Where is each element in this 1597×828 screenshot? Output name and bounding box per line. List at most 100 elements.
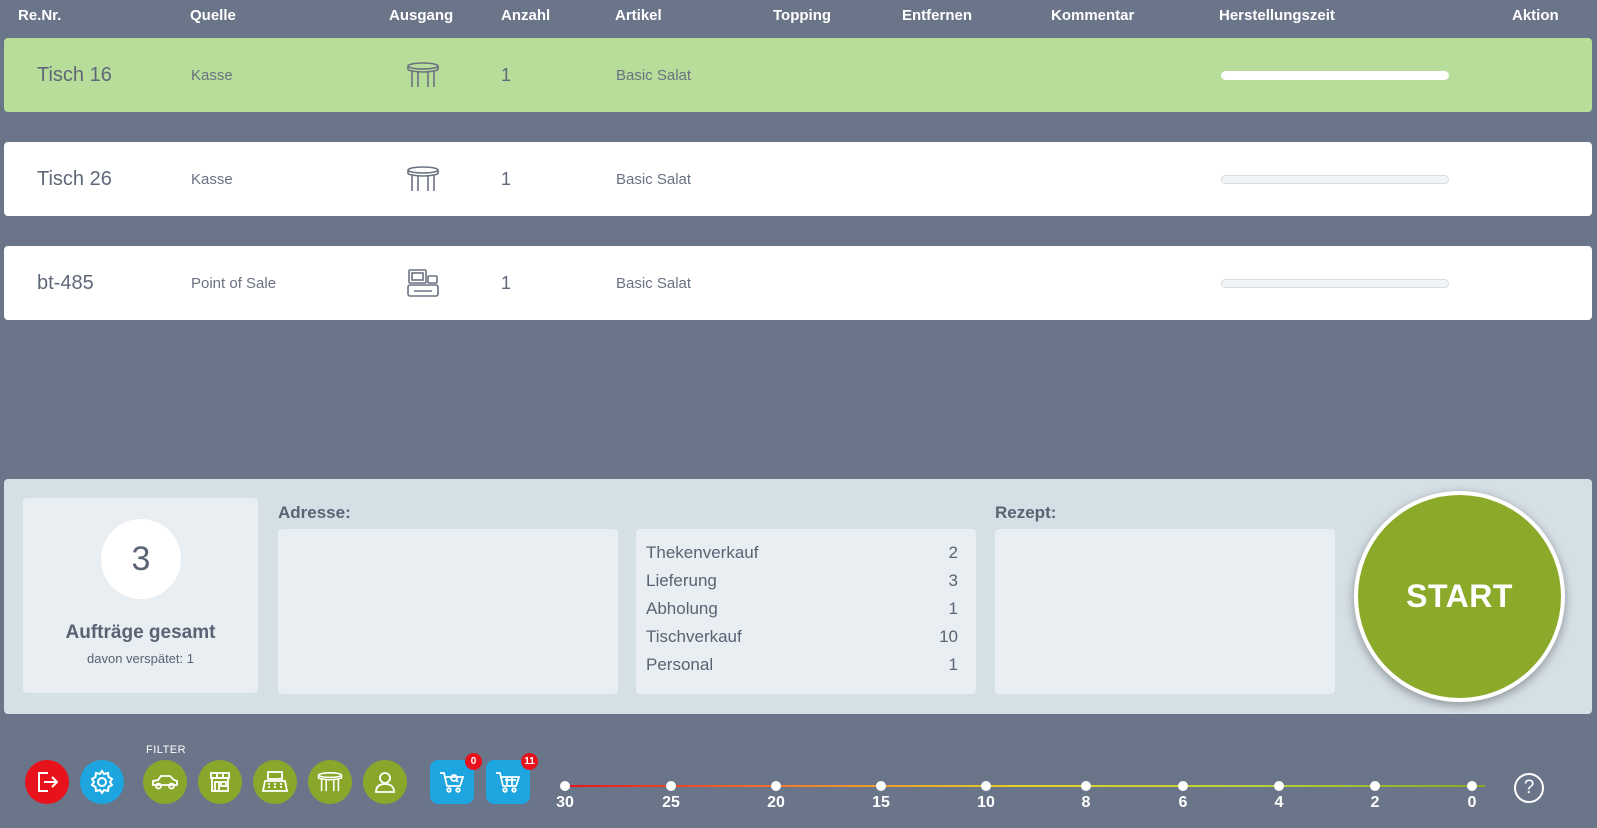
settings-button[interactable] [80,760,124,804]
header-anzahl: Anzahl [501,7,551,24]
order-quantity: 1 [501,272,512,293]
header-artikel: Artikel [615,7,662,24]
time-filter-slider[interactable]: 30 25 20 15 10 8 6 4 2 0 [556,780,1488,820]
stat-value: 2 [948,543,958,562]
stat-row: Abholung 1 [646,597,958,625]
address-label: Adresse: [278,503,351,522]
header-entfernen: Entfernen [902,7,973,24]
timeline-label: 6 [1178,794,1188,811]
order-row[interactable]: Tisch 16 Kasse 1 Basic Salat [4,38,1592,112]
recipe-box [995,529,1335,694]
filter-label: FILTER [146,744,187,756]
order-row[interactable]: Tisch 26 Kasse 1 Basic Salat [4,142,1592,216]
stat-label: Thekenverkauf [646,543,759,562]
header-herstellungszeit: Herstellungszeit [1219,7,1335,24]
car-icon [152,775,178,790]
stat-value: 1 [948,599,958,618]
timeline-label: 15 [872,794,890,811]
timeline-label: 20 [767,794,785,811]
timeline-track [565,785,1485,787]
stat-label: Lieferung [646,571,717,590]
header-kommentar: Kommentar [1051,7,1135,24]
timeline-dot[interactable] [1370,781,1380,791]
timeline-dot[interactable] [1274,781,1284,791]
production-progress [1221,142,1449,216]
timeline-label: 8 [1081,794,1091,811]
logout-icon [38,772,59,792]
help-button[interactable]: ? [1514,773,1544,803]
start-button[interactable]: START [1354,491,1565,702]
orders-count: 3 [101,519,181,599]
timeline-dot[interactable] [1467,781,1477,791]
order-source: Point of Sale [191,274,277,292]
table-header: Re.Nr. Quelle Ausgang Anzahl Artikel Top… [0,0,1597,34]
order-quantity: 1 [501,64,512,85]
filter-delivery-button[interactable] [143,760,187,804]
timeline-dot[interactable] [1081,781,1091,791]
order-article: Basic Salat [616,170,692,188]
header-quelle: Quelle [190,7,236,24]
address-box [278,529,618,694]
order-quantity: 1 [501,168,512,189]
timeline-dot[interactable] [1178,781,1188,791]
pos-terminal-icon [406,246,440,320]
orders-summary: 3 Aufträge gesamt davon verspätet: 1 [23,498,258,693]
order-detail-panel: 3 Aufträge gesamt davon verspätet: 1 Adr… [4,479,1592,714]
cart-icon [496,772,521,793]
store-icon [210,772,230,792]
help-icon: ? [1523,777,1535,798]
person-icon [375,772,395,793]
order-source: Kasse [191,66,233,84]
register-icon [261,771,289,792]
timeline-dot[interactable] [560,781,570,791]
recipe-label: Rezept: [995,503,1057,522]
cart-badge: 11 [521,753,538,770]
settings-icon [90,769,114,795]
header-ausgang: Ausgang [389,7,454,24]
timeline-label: 2 [1370,794,1380,811]
timeline-label: 4 [1274,794,1284,811]
order-row[interactable]: bt-485 Point of Sale 1 Basic Salat [4,246,1592,320]
filter-counter-button[interactable] [198,760,242,804]
production-progress [1221,38,1449,112]
stat-row: Personal 1 [646,653,958,681]
cart-search-icon [440,772,465,793]
order-source: Kasse [191,170,233,188]
production-progress [1221,246,1449,320]
stat-label: Abholung [646,599,718,618]
timeline-dot[interactable] [771,781,781,791]
timeline-dot[interactable] [981,781,991,791]
orders-late-count: davon verspätet: 1 [87,651,194,666]
timeline-dot[interactable] [876,781,886,791]
stat-value: 1 [948,655,958,674]
header-topping: Topping [773,7,832,24]
timeline-dot[interactable] [666,781,676,791]
stat-row: Thekenverkauf 2 [646,541,958,569]
table-icon [406,142,440,216]
filter-table-button[interactable] [308,760,352,804]
header-renr: Re.Nr. [18,7,62,24]
header-aktion: Aktion [1512,7,1559,24]
cart-button[interactable]: 11 [486,753,538,804]
order-article: Basic Salat [616,274,692,292]
logout-button[interactable] [25,760,69,804]
order-number: Tisch 26 [37,167,112,190]
cart-search-badge: 0 [465,753,482,770]
stat-row: Lieferung 3 [646,569,958,597]
timeline-label: 25 [662,794,680,811]
stat-label: Tischverkauf [646,627,742,646]
stat-row: Tischverkauf 10 [646,625,958,653]
stat-label: Personal [646,655,714,674]
cart-search-button[interactable]: 0 [430,753,482,804]
table-icon [317,772,343,792]
filter-pickup-button[interactable] [253,760,297,804]
table-icon [406,38,440,112]
stat-value: 10 [939,627,958,646]
order-article: Basic Salat [616,66,692,84]
filter-staff-button[interactable] [363,760,407,804]
timeline-label: 30 [556,794,574,811]
orders-summary-title: Aufträge gesamt [65,622,216,643]
timeline-label: 0 [1467,794,1477,811]
order-type-stats: Thekenverkauf 2 Lieferung 3 Abholung 1 Tisc… [636,529,976,694]
order-number: bt-485 [37,271,94,294]
